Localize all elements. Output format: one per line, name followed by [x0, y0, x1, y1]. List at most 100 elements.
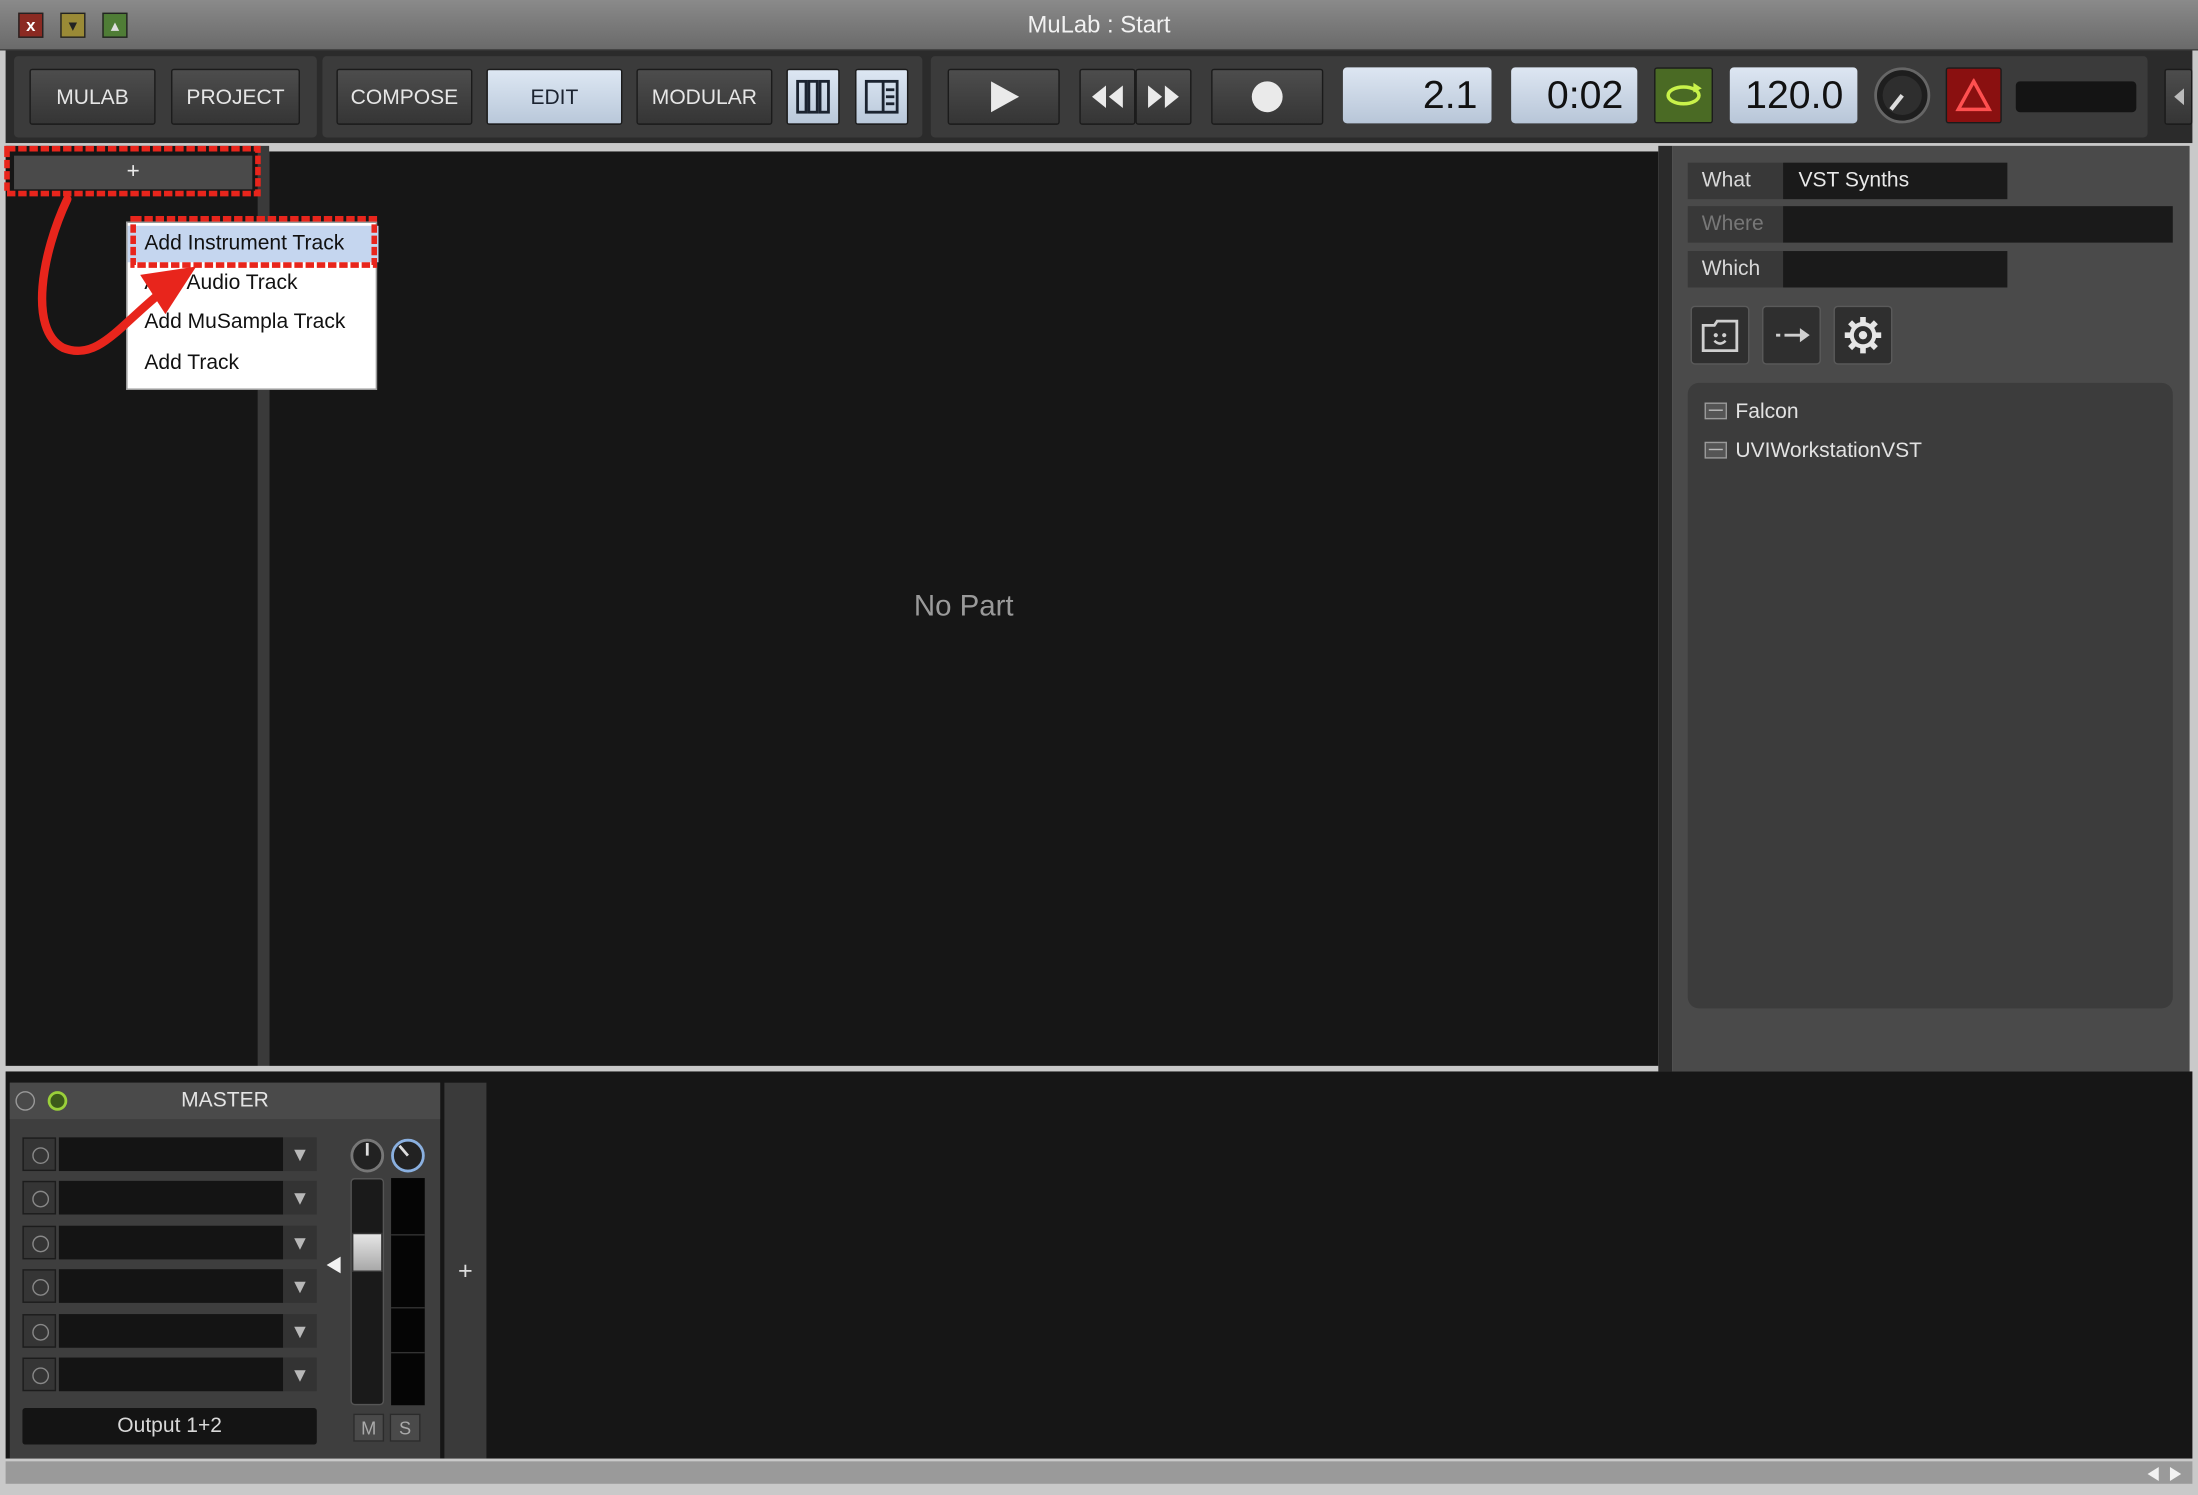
meter-tick: [391, 1351, 425, 1354]
edit-button[interactable]: EDIT: [486, 68, 623, 125]
chevron-down-icon[interactable]: ▼: [283, 1269, 317, 1303]
tempo-display[interactable]: 120.0: [1729, 67, 1858, 124]
rewind-button[interactable]: [1079, 68, 1136, 125]
add-mixer-strip-button[interactable]: +: [444, 1082, 487, 1459]
collapse-strip-icon[interactable]: [15, 1091, 36, 1111]
insert-slot[interactable]: ▼: [22, 1269, 317, 1303]
record-button[interactable]: [1211, 68, 1324, 125]
menu-item-add-track[interactable]: Add Track: [128, 345, 379, 381]
alert-button[interactable]: [1945, 67, 2002, 124]
browser-view-button[interactable]: [855, 68, 909, 125]
add-track-menu: Add Instrument Track Add Audio Track Add…: [126, 221, 379, 390]
volume-fader-track[interactable]: [350, 1178, 385, 1406]
fader-marker-icon: [325, 1255, 342, 1275]
chevron-down-icon[interactable]: ▼: [283, 1180, 317, 1215]
slot-power-icon[interactable]: [22, 1225, 57, 1260]
menu-item-add-musampla-track[interactable]: Add MuSampla Track: [128, 304, 379, 340]
modular-button[interactable]: MODULAR: [636, 68, 773, 125]
slot-power-icon[interactable]: [22, 1357, 57, 1392]
compose-button[interactable]: COMPOSE: [336, 68, 473, 125]
empty-editor-message: No Part: [913, 590, 1014, 623]
insert-slot[interactable]: ▼: [22, 1180, 317, 1215]
favorites-folder-button[interactable]: [1690, 305, 1750, 365]
slot-power-icon[interactable]: [22, 1180, 57, 1215]
volume-fader-handle[interactable]: [351, 1232, 383, 1273]
project-button[interactable]: PROJECT: [171, 68, 300, 125]
knob-icon: [350, 1138, 385, 1173]
play-button[interactable]: [947, 68, 1060, 125]
smiley-folder-icon: [1701, 319, 1739, 353]
list-item[interactable]: UVIWorkstationVST: [1704, 435, 1923, 466]
plugin-icon: [1704, 402, 1728, 420]
knob-icon: [1874, 67, 1931, 124]
slot-field[interactable]: [58, 1180, 284, 1215]
slot-power-icon[interactable]: [22, 1269, 57, 1303]
loop-icon: [1666, 82, 1702, 106]
time-display[interactable]: 0:02: [1511, 67, 1638, 124]
slot-field[interactable]: [58, 1137, 284, 1172]
cpu-meter: [2015, 81, 2137, 113]
mute-button[interactable]: M: [353, 1413, 385, 1442]
song-position-display[interactable]: 2.1: [1342, 67, 1492, 124]
slot-power-icon[interactable]: [22, 1314, 57, 1348]
add-track-button[interactable]: +: [14, 155, 253, 190]
insert-slot[interactable]: ▼: [22, 1225, 317, 1260]
chevron-down-icon[interactable]: ▼: [283, 1357, 317, 1392]
slot-field[interactable]: [58, 1314, 284, 1348]
slot-field[interactable]: [58, 1357, 284, 1392]
list-item[interactable]: Falcon: [1704, 395, 1799, 426]
horizontal-scrollbar[interactable]: [5, 1461, 2193, 1484]
scroll-left-icon[interactable]: [2145, 1464, 2165, 1481]
menu-item-add-audio-track[interactable]: Add Audio Track: [128, 265, 379, 301]
slot-field[interactable]: [58, 1225, 284, 1260]
insert-slot[interactable]: ▼: [22, 1357, 317, 1392]
where-label: Where: [1687, 206, 1784, 243]
insert-slot[interactable]: ▼: [22, 1137, 317, 1172]
rewind-icon: [1091, 85, 1123, 108]
chevron-down-icon[interactable]: ▼: [283, 1314, 317, 1348]
chevron-down-icon[interactable]: ▼: [283, 1225, 317, 1260]
browser-what-row[interactable]: What VST Synths: [1687, 162, 2008, 200]
insert-slot[interactable]: ▼: [22, 1314, 317, 1348]
chevron-down-icon[interactable]: ▼: [283, 1137, 317, 1172]
mixer-view-button[interactable]: [786, 68, 840, 125]
output-selector[interactable]: Output 1+2: [22, 1408, 317, 1445]
scroll-right-icon[interactable]: [2167, 1464, 2187, 1481]
loop-toggle[interactable]: [1654, 67, 1713, 124]
warning-triangle-icon: [1955, 78, 1992, 112]
browser-which-row[interactable]: Which: [1687, 251, 2008, 288]
master-strip-header: MASTER: [9, 1082, 441, 1120]
arrow-right-icon: [1776, 328, 1810, 343]
gear-icon: [1844, 316, 1882, 354]
toolbar-expand-button[interactable]: [2164, 68, 2193, 125]
pan-knob[interactable]: [349, 1137, 385, 1173]
fast-forward-icon: [1148, 85, 1179, 108]
browser-where-row[interactable]: Where: [1687, 206, 2173, 243]
slot-power-icon[interactable]: [22, 1137, 57, 1172]
plugin-icon: [1704, 441, 1728, 459]
slot-field[interactable]: [58, 1269, 284, 1303]
which-value[interactable]: [1783, 251, 2008, 288]
window-stage: x ▾ ▴ MuLab : Start MULAB PROJECT COMPOS…: [0, 0, 2198, 1495]
plugin-label: UVIWorkstationVST: [1735, 438, 1923, 463]
editor-browser-splitter[interactable]: [1658, 145, 1673, 1072]
solo-button[interactable]: S: [389, 1413, 421, 1442]
menu-item-add-instrument-track[interactable]: Add Instrument Track: [127, 225, 379, 263]
meter-tick: [391, 1307, 425, 1309]
plugin-list: Falcon UVIWorkstationVST: [1687, 382, 2173, 1009]
go-to-button[interactable]: [1762, 305, 1821, 365]
part-editor[interactable]: No Part: [269, 151, 1659, 1066]
mulab-button[interactable]: MULAB: [29, 68, 156, 125]
level-meter: [391, 1178, 425, 1406]
master-volume-knob[interactable]: [1873, 66, 1932, 125]
what-label: What: [1687, 162, 1784, 200]
fast-forward-button[interactable]: [1135, 68, 1192, 125]
send-knob[interactable]: [390, 1137, 426, 1173]
play-icon: [991, 81, 1020, 113]
what-value[interactable]: VST Synths: [1783, 162, 2008, 200]
power-icon[interactable]: [47, 1091, 68, 1111]
browser-settings-button[interactable]: [1833, 305, 1893, 365]
side-panel-icon: [864, 79, 899, 114]
where-value[interactable]: [1783, 206, 2173, 243]
meter-tick: [391, 1234, 425, 1236]
